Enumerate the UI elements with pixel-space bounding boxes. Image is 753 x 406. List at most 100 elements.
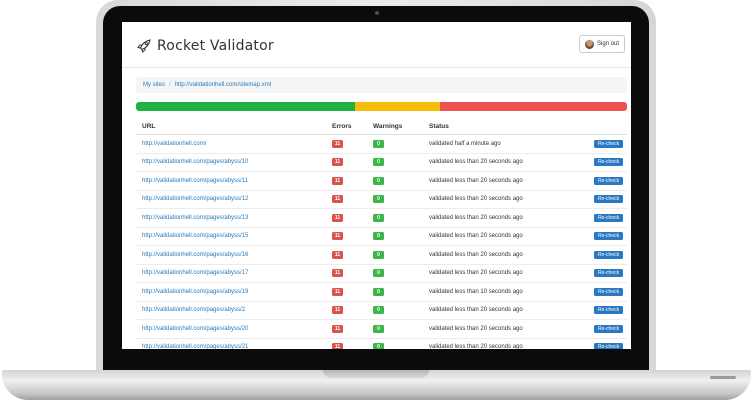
errors-cell: 11 — [326, 153, 367, 172]
url-cell: http://validationhell.com/pages/abyss/21 — [136, 338, 326, 349]
action-cell: Re-check — [588, 282, 627, 302]
warnings-cell: 0 — [367, 338, 423, 349]
action-cell: Re-check — [588, 319, 627, 339]
progress-segment-warnings — [355, 102, 441, 111]
errors-cell: 11 — [326, 245, 367, 265]
recheck-button[interactable]: Re-check — [594, 176, 624, 185]
url-cell: http://validationhell.com/pages/abyss/12 — [136, 190, 326, 209]
action-cell: Re-check — [588, 153, 627, 172]
url-link[interactable]: http://validationhell.com/pages/abyss/15 — [142, 233, 248, 239]
recheck-button[interactable]: Re-check — [594, 269, 624, 278]
warnings-badge: 0 — [373, 158, 384, 167]
url-cell: http://validationhell.com/pages/abyss/17 — [136, 264, 326, 283]
recheck-button[interactable]: Re-check — [594, 139, 624, 148]
status-cell: validated less than 20 seconds ago — [423, 190, 588, 209]
url-cell: http://validationhell.com/pages/abyss/10 — [136, 153, 326, 172]
camera-icon — [375, 11, 379, 15]
status-cell: validated less than 20 seconds ago — [423, 208, 588, 228]
warnings-badge: 0 — [373, 250, 384, 259]
status-cell: validated less than 20 seconds ago — [423, 301, 588, 320]
breadcrumb-current[interactable]: http://validationhell.com/sitemap.xml — [175, 82, 271, 88]
action-cell: Re-check — [588, 301, 627, 320]
errors-badge: 11 — [332, 139, 343, 148]
recheck-button[interactable]: Re-check — [594, 306, 624, 315]
table-row: http://validationhell.com/pages/abyss/21… — [136, 338, 627, 349]
recheck-button[interactable]: Re-check — [594, 287, 624, 296]
recheck-button[interactable]: Re-check — [594, 195, 624, 204]
errors-badge: 11 — [332, 269, 343, 278]
warnings-cell: 0 — [367, 282, 423, 302]
table-row: http://validationhell.com/pages/abyss/15… — [136, 227, 627, 246]
errors-cell: 11 — [326, 171, 367, 191]
action-cell: Re-check — [588, 208, 627, 228]
errors-badge: 11 — [332, 343, 343, 349]
warnings-badge: 0 — [373, 232, 384, 241]
action-cell: Re-check — [588, 227, 627, 246]
warnings-cell: 0 — [367, 264, 423, 283]
warnings-cell: 0 — [367, 134, 423, 154]
progress-segment-failed — [440, 102, 627, 111]
errors-badge: 11 — [332, 232, 343, 241]
url-link[interactable]: http://validationhell.com/pages/abyss/21 — [142, 344, 248, 349]
warnings-cell: 0 — [367, 227, 423, 246]
brand[interactable]: Rocket Validator — [136, 36, 274, 56]
url-link[interactable]: http://validationhell.com/pages/abyss/20 — [142, 326, 248, 332]
errors-cell: 11 — [326, 208, 367, 228]
errors-badge: 11 — [332, 250, 343, 259]
recheck-button[interactable]: Re-check — [594, 324, 624, 333]
url-link[interactable]: http://validationhell.com/ — [142, 141, 206, 147]
errors-badge: 11 — [332, 195, 343, 204]
status-cell: validated less than 20 seconds ago — [423, 153, 588, 172]
validation-progress-bar — [136, 102, 627, 111]
warnings-badge: 0 — [373, 176, 384, 185]
action-cell: Re-check — [588, 245, 627, 265]
results-table: URL Errors Warnings Status http://valida… — [136, 118, 627, 349]
table-row: http://validationhell.com/pages/abyss/19… — [136, 282, 627, 302]
url-link[interactable]: http://validationhell.com/pages/abyss/19 — [142, 289, 248, 295]
errors-cell: 11 — [326, 282, 367, 302]
action-cell: Re-check — [588, 264, 627, 283]
url-cell: http://validationhell.com/pages/abyss/2 — [136, 301, 326, 320]
url-link[interactable]: http://validationhell.com/pages/abyss/16 — [142, 252, 248, 258]
url-link[interactable]: http://validationhell.com/pages/abyss/12 — [142, 196, 248, 202]
warnings-badge: 0 — [373, 324, 384, 333]
recheck-button[interactable]: Re-check — [594, 232, 624, 241]
breadcrumb: My sites / http://validationhell.com/sit… — [136, 77, 627, 93]
action-cell: Re-check — [588, 190, 627, 209]
url-link[interactable]: http://validationhell.com/pages/abyss/13 — [142, 215, 248, 221]
table-row: http://validationhell.com/pages/abyss/11… — [136, 171, 627, 191]
url-link[interactable]: http://validationhell.com/pages/abyss/17 — [142, 270, 248, 276]
url-cell: http://validationhell.com/pages/abyss/13 — [136, 208, 326, 228]
warnings-cell: 0 — [367, 301, 423, 320]
url-link[interactable]: http://validationhell.com/pages/abyss/2 — [142, 307, 245, 313]
warnings-badge: 0 — [373, 195, 384, 204]
errors-cell: 11 — [326, 190, 367, 209]
header-actions — [588, 118, 627, 135]
action-cell: Re-check — [588, 171, 627, 191]
table-row: http://validationhell.com/pages/abyss/16… — [136, 245, 627, 265]
progress-segment-errors — [136, 102, 356, 111]
recheck-button[interactable]: Re-check — [594, 213, 624, 222]
brand-name: Rocket Validator — [157, 38, 274, 54]
header-url: URL — [136, 118, 326, 135]
sign-out-label: Sign out — [596, 41, 620, 47]
url-cell: http://validationhell.com/pages/abyss/11 — [136, 171, 326, 191]
sign-out-button[interactable]: Sign out — [579, 35, 625, 53]
url-link[interactable]: http://validationhell.com/pages/abyss/10 — [142, 159, 248, 165]
errors-badge: 11 — [332, 158, 343, 167]
warnings-cell: 0 — [367, 153, 423, 172]
status-cell: validated less than 20 seconds ago — [423, 264, 588, 283]
warnings-badge: 0 — [373, 269, 384, 278]
url-link[interactable]: http://validationhell.com/pages/abyss/11 — [142, 178, 248, 184]
errors-cell: 11 — [326, 134, 367, 154]
url-cell: http://validationhell.com/pages/abyss/15 — [136, 227, 326, 246]
errors-badge: 11 — [332, 324, 343, 333]
errors-badge: 11 — [332, 306, 343, 315]
errors-cell: 11 — [326, 338, 367, 349]
breadcrumb-my-sites[interactable]: My sites — [143, 82, 165, 88]
table-row: http://validationhell.com/pages/abyss/12… — [136, 190, 627, 209]
recheck-button[interactable]: Re-check — [594, 343, 624, 349]
recheck-button[interactable]: Re-check — [594, 250, 624, 259]
recheck-button[interactable]: Re-check — [594, 158, 624, 167]
breadcrumb-separator: / — [169, 82, 171, 88]
